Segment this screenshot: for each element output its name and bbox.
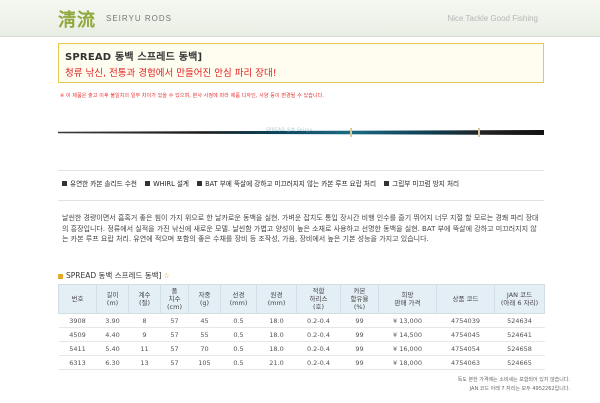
spec-header-row: 번호 길이 (m) 계수 (절) 폴 치수 (cm) 자중 (g) 선경 (mm… [58,284,545,314]
table-cell: 524641 [494,327,545,342]
table-cell: 11 [128,341,161,356]
table-cell: 18.0 [256,327,297,342]
column-header: 폴 치수 (cm) [160,284,189,314]
column-header: 원경 (mm) [256,284,297,314]
table-cell: 105 [188,355,221,370]
table-cell: 0.2-0.4 [296,313,341,328]
column-header: 길이 (m) [96,284,129,314]
table-cell: 18.0 [256,341,297,356]
product-notice: ※ 이 제품은 출고 이후 불일치의 일부 차이가 있을 수 있으며, 본사 사… [60,93,325,99]
bullet-square-icon [145,180,151,186]
site-header: 淸流 SEIRYU RODS Nice Tackle Good Fishing [0,0,600,37]
table-footnote: JAN 코드 아래 7 자리는 모두 4952262입니다. [469,386,570,392]
table-cell: 0.2-0.4 [296,341,341,356]
column-header: JAN 코드 (아래 6 자리) [494,284,545,314]
table-cell: 0.5 [220,313,257,328]
table-cell: ¥ 13,000 [378,313,437,328]
table-cell: 5.40 [96,341,129,356]
table-cell: 57 [160,355,189,370]
spec-section-title: SPREAD 동백 스프레드 동백] ☆ [58,270,170,281]
rod-band [478,128,480,137]
column-header: 자중 (g) [188,284,221,314]
table-cell: 8 [128,313,161,328]
table-cell: ¥ 16,000 [378,341,437,356]
table-cell: 21.0 [256,355,297,370]
table-cell: 0.5 [220,327,257,342]
table-cell: 0.5 [220,341,257,356]
table-cell: 5411 [58,341,97,356]
table-cell: 3908 [58,313,97,328]
column-header: 상품 코드 [436,284,495,314]
header-tagline: Nice Tackle Good Fishing [447,14,538,23]
brand-logo-text[interactable]: 淸流 [58,6,96,32]
table-cell: 13 [128,355,161,370]
table-cell: 55 [188,327,221,342]
rod-band [350,128,352,137]
rod-label: SPREAD 동백 Seiryu [266,127,313,132]
table-cell: ¥ 18,000 [378,355,437,370]
bullet-square-icon [197,180,203,186]
table-row: 6313 6.30 13 57 105 0.5 21.0 0.2-0.4 99 ¥ 18,000 4… [58,355,545,370]
table-row: 5411 5.40 11 57 70 0.5 18.0 0.2-0.4 99 ¥ 16,000 47… [58,341,545,356]
product-title-box: SPREAD 동백 스프레드 동백] 청류 낚신, 전통과 경험에서 만들어진 … [58,43,544,83]
table-row: 3908 3.90 8 57 45 0.5 18.0 0.2-0.4 99 ¥ 13,000 475… [58,313,545,328]
feature-item: BAT 부에 뚝살에 강하고 미끄러지지 않는 카본 루프 요랍 처리 [205,180,377,188]
table-row: 4509 4.40 9 57 55 0.5 18.0 0.2-0.4 99 ¥ 14,500 475… [58,327,545,342]
spec-title-text: SPREAD 동백 스프레드 동백] [66,271,162,280]
table-cell: 4754054 [436,341,495,356]
spec-table: 번호 길이 (m) 계수 (절) 폴 치수 (cm) 자중 (g) 선경 (mm… [58,284,545,370]
table-cell: 99 [340,355,379,370]
table-cell: 4754039 [436,313,495,328]
column-header: 적합 하리스 (호) [296,284,341,314]
section-bullet-icon [58,273,63,279]
product-description: 날씬한 경량이면서 흠혹거 좋은 힘이 가지 위으로 한 날카로운 동백을 실현… [62,214,539,243]
table-cell: 99 [340,313,379,328]
table-cell: 99 [340,341,379,356]
divider [58,200,544,201]
table-cell: 9 [128,327,161,342]
table-cell: ¥ 14,500 [378,327,437,342]
table-cell: 524665 [494,355,545,370]
divider [58,170,544,171]
table-cell: 6313 [58,355,97,370]
table-cell: 4509 [58,327,97,342]
table-cell: 4.40 [96,327,129,342]
table-cell: 57 [160,313,189,328]
table-footnote: 독도 본한 가격에는 소비세는 포함되어 있지 않습니다. [457,377,570,383]
table-cell: 0.2-0.4 [296,327,341,342]
table-cell: 70 [188,341,221,356]
brand-name: SEIRYU RODS [106,14,172,23]
table-cell: 18.0 [256,313,297,328]
bullet-square-icon [384,180,390,186]
table-cell: 0.5 [220,355,257,370]
column-header: 선경 (mm) [220,284,257,314]
column-header: 희망 판매 가격 [378,284,437,314]
column-header: 계수 (절) [128,284,161,314]
table-cell: 4754045 [436,327,495,342]
table-cell: 0.2-0.4 [296,355,341,370]
feature-list: 유연한 카본 솔리드 수천 WHIRL 설계 BAT 부에 뚝살에 강하고 미끄… [58,178,544,192]
product-title: SPREAD 동백 스프레드 동백] [65,52,203,63]
column-header: 카본 함유율 (%) [340,284,379,314]
product-subtitle: 청류 낚신, 전통과 경험에서 만들어진 안심 파리 장대! [65,68,277,79]
feature-item: 유연한 카본 솔리드 수천 [70,180,137,188]
table-cell: 3.90 [96,313,129,328]
product-rod-image: SPREAD 동백 Seiryu [58,114,544,152]
table-cell: 524658 [494,341,545,356]
bullet-square-icon [62,180,67,186]
column-header: 번호 [58,284,97,314]
table-cell: 99 [340,327,379,342]
star-icon: ☆ [163,272,170,280]
table-cell: 57 [160,327,189,342]
table-cell: 6.30 [96,355,129,370]
table-cell: 57 [160,341,189,356]
table-cell: 4754063 [436,355,495,370]
feature-item: 그립부 미끄럼 방지 처리 [392,180,460,188]
table-cell: 45 [188,313,221,328]
feature-item: WHIRL 설계 [153,180,189,188]
table-cell: 524634 [494,313,545,328]
